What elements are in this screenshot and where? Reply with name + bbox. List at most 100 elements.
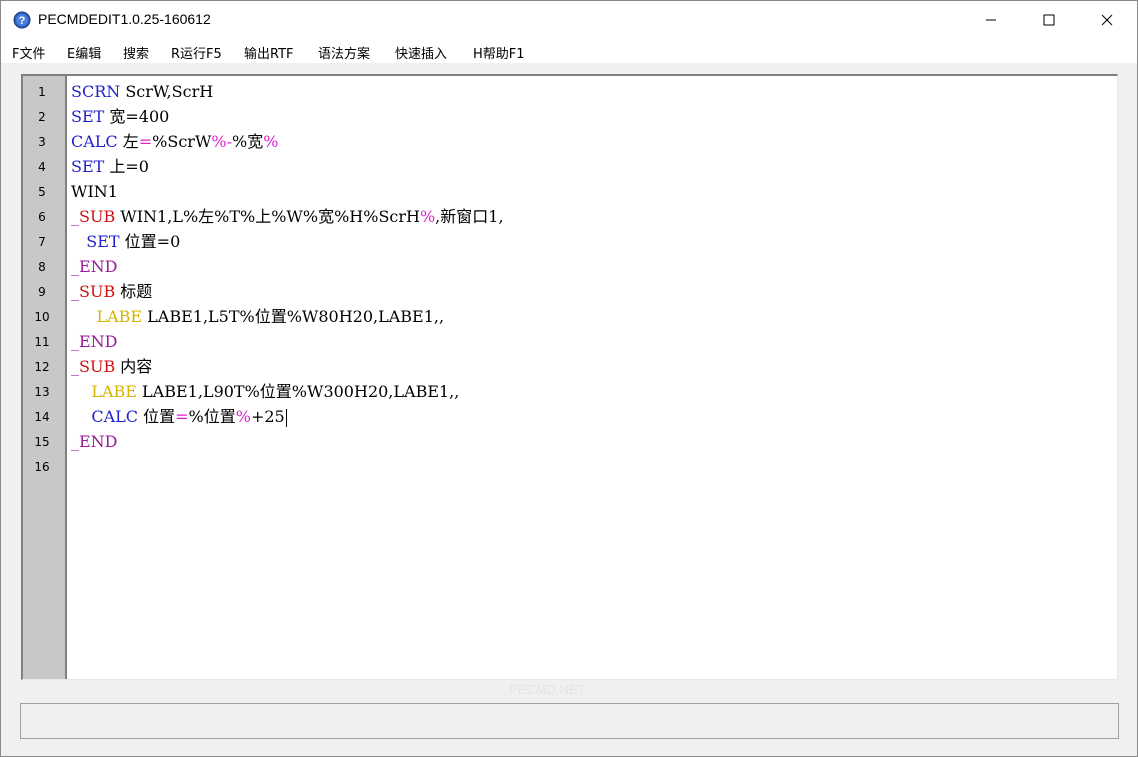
line-number: 10 bbox=[34, 310, 50, 324]
line-number: 6 bbox=[38, 210, 46, 224]
code-line: WIN1 bbox=[71, 179, 118, 204]
line-number: 13 bbox=[34, 385, 50, 399]
code-text: %ScrW bbox=[152, 132, 212, 151]
operator: % bbox=[263, 132, 279, 151]
keyword: SET bbox=[71, 107, 105, 126]
line-number: 4 bbox=[38, 160, 46, 174]
underscore: _ bbox=[71, 282, 79, 301]
keyword: END bbox=[79, 332, 118, 351]
line-number: 5 bbox=[38, 185, 46, 199]
keyword: SET bbox=[86, 232, 120, 251]
code-line: _SUB 内容 bbox=[71, 354, 152, 379]
underscore: _ bbox=[71, 357, 79, 376]
code-text: 左 bbox=[117, 132, 139, 151]
line-number: 16 bbox=[34, 460, 50, 474]
code-line: SCRN ScrW,ScrH bbox=[71, 79, 213, 104]
line-number: 11 bbox=[34, 335, 50, 349]
svg-text:?: ? bbox=[19, 15, 26, 27]
code-text: LABE1,L5T%位置%W80H20,LABE1,, bbox=[142, 307, 445, 326]
keyword: CALC bbox=[91, 407, 139, 426]
maximize-button[interactable] bbox=[1020, 1, 1078, 39]
code-text: %位置 bbox=[188, 407, 236, 426]
line-number: 14 bbox=[34, 410, 50, 424]
line-number: 9 bbox=[38, 285, 46, 299]
title-bar[interactable]: ? PECMDEDIT1.0.25-160612 bbox=[1, 1, 1137, 39]
keyword: LABE bbox=[91, 382, 137, 401]
menu-help[interactable]: H帮助F1 bbox=[473, 43, 525, 62]
keyword: SET bbox=[71, 157, 105, 176]
code-line: SET 位置=0 bbox=[71, 229, 180, 254]
keyword: SUB bbox=[79, 282, 116, 301]
keyword: END bbox=[79, 432, 118, 451]
code-text: 标题 bbox=[115, 282, 153, 301]
code-editor[interactable]: 1 2 3 4 5 6 7 8 9 10 11 12 13 14 15 16 S… bbox=[21, 74, 1118, 680]
close-icon bbox=[1101, 14, 1113, 26]
operator: = bbox=[138, 132, 153, 151]
keyword: LABE bbox=[96, 307, 143, 326]
code-text: LABE1,L90T%位置%W300H20,LABE1,, bbox=[136, 382, 460, 401]
minimize-button[interactable] bbox=[962, 1, 1020, 39]
code-text: WIN1 bbox=[71, 182, 118, 201]
code-line: LABE LABE1,L5T%位置%W80H20,LABE1,, bbox=[71, 304, 444, 329]
code-line: LABE LABE1,L90T%位置%W300H20,LABE1,, bbox=[71, 379, 459, 404]
line-number: 8 bbox=[38, 260, 46, 274]
keyword: CALC bbox=[71, 132, 118, 151]
line-number: 12 bbox=[34, 360, 50, 374]
help-question-icon: ? bbox=[13, 11, 31, 29]
code-text: 上=0 bbox=[104, 157, 149, 176]
underscore: _ bbox=[71, 207, 79, 226]
code-line: _END bbox=[71, 429, 118, 454]
code-line: CALC 位置=%位置%+25 bbox=[71, 404, 287, 429]
menu-edit[interactable]: E编辑 bbox=[67, 43, 101, 62]
code-line: CALC 左=%ScrW%-%宽% bbox=[71, 129, 278, 154]
text-caret bbox=[285, 408, 287, 427]
menu-syntax-scheme[interactable]: 语法方案 bbox=[318, 43, 370, 62]
underscore: _ bbox=[71, 432, 79, 451]
watermark: PECMD.NET bbox=[509, 682, 586, 697]
keyword: SUB bbox=[79, 207, 116, 226]
menu-run[interactable]: R运行F5 bbox=[171, 43, 222, 62]
app-window: ? PECMDEDIT1.0.25-160612 F文件 E编辑 搜索 R运行F… bbox=[0, 0, 1138, 757]
code-area[interactable]: SCRN ScrW,ScrH SET 宽=400 CALC 左=%ScrW%-%… bbox=[69, 76, 1117, 679]
code-line: _END bbox=[71, 254, 118, 279]
code-text: 位置 bbox=[138, 407, 176, 426]
underscore: _ bbox=[71, 332, 79, 351]
underscore: _ bbox=[71, 257, 79, 276]
code-line: _END bbox=[71, 329, 118, 354]
menu-search[interactable]: 搜索 bbox=[123, 43, 149, 62]
code-line: SET 宽=400 bbox=[71, 104, 169, 129]
keyword: SUB bbox=[79, 357, 116, 376]
menu-quick-insert[interactable]: 快速插入 bbox=[395, 43, 447, 62]
minimize-icon bbox=[986, 19, 996, 21]
line-number: 3 bbox=[38, 135, 46, 149]
operator: = bbox=[175, 407, 189, 426]
keyword: END bbox=[79, 257, 118, 276]
line-number-gutter: 1 2 3 4 5 6 7 8 9 10 11 12 13 14 15 16 bbox=[23, 76, 67, 679]
close-button[interactable] bbox=[1078, 1, 1136, 39]
code-line: _SUB 标题 bbox=[71, 279, 152, 304]
menu-file[interactable]: F文件 bbox=[12, 43, 45, 62]
code-text: 宽=400 bbox=[104, 107, 170, 126]
operator: %- bbox=[211, 132, 232, 151]
maximize-icon bbox=[1043, 14, 1055, 26]
code-text: +25 bbox=[250, 407, 285, 426]
operator: % bbox=[419, 207, 436, 226]
line-number: 7 bbox=[38, 235, 46, 249]
code-line: _SUB WIN1,L%左%T%上%W%宽%H%ScrH%,新窗口1, bbox=[71, 204, 504, 229]
code-text: ScrW,ScrH bbox=[120, 82, 214, 101]
code-text: 内容 bbox=[115, 357, 153, 376]
code-text: 位置=0 bbox=[119, 232, 181, 251]
menu-export-rtf[interactable]: 输出RTF bbox=[244, 43, 294, 62]
code-text: WIN1,L%左%T%上%W%宽%H%ScrH bbox=[115, 207, 420, 226]
window-title: PECMDEDIT1.0.25-160612 bbox=[38, 11, 211, 27]
line-number: 15 bbox=[34, 435, 50, 449]
code-text: %宽 bbox=[232, 132, 264, 151]
status-bar bbox=[20, 703, 1119, 739]
code-line: SET 上=0 bbox=[71, 154, 149, 179]
keyword: SCRN bbox=[71, 82, 121, 101]
code-text: ,新窗口1, bbox=[435, 207, 504, 226]
line-number: 2 bbox=[38, 110, 46, 124]
